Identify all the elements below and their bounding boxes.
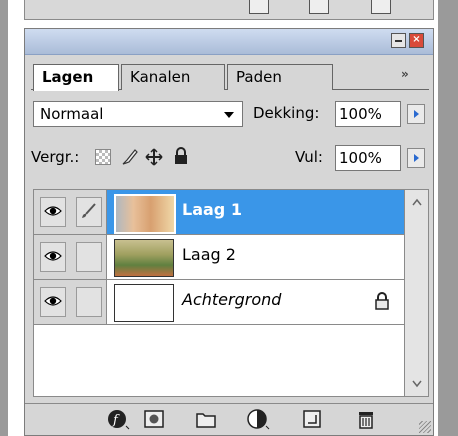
layers-list: Laag 1 Laag 2 Achtergrond	[33, 189, 405, 397]
opacity-input[interactable]: 100%	[335, 101, 401, 127]
layers-scrollbar[interactable]	[405, 189, 429, 397]
adjustment-layer-icon[interactable]	[247, 408, 270, 430]
lock-label: Vergr.:	[31, 148, 80, 166]
desktop-right-edge	[438, 0, 458, 436]
new-layer-icon[interactable]	[301, 408, 323, 430]
eye-icon	[44, 296, 62, 306]
eye-icon	[44, 251, 62, 261]
layer-style-icon[interactable]: f	[107, 408, 130, 430]
visibility-toggle[interactable]	[40, 242, 66, 272]
opacity-label: Dekking:	[253, 104, 320, 122]
opacity-slider-button[interactable]	[407, 104, 425, 124]
palette-icon[interactable]	[249, 0, 269, 14]
tab-paden[interactable]: Paden	[227, 64, 333, 90]
layer-row-laag-1[interactable]: Laag 1	[34, 190, 404, 235]
desktop-left-edge	[0, 0, 8, 436]
trash-icon[interactable]	[371, 0, 391, 14]
link-cell	[70, 280, 107, 324]
brush-icon	[82, 203, 96, 218]
layers-palette: × Lagen Kanalen Paden » Normaal Dekking:…	[24, 28, 434, 436]
layers-bottom-toolbar: f	[25, 403, 433, 435]
trash-icon[interactable]	[355, 408, 377, 430]
eye-icon	[44, 206, 62, 216]
layer-thumbnail	[114, 194, 176, 234]
palette-tabs: Lagen Kanalen Paden »	[25, 55, 433, 91]
layer-row-achtergrond[interactable]: Achtergrond	[34, 280, 404, 325]
resize-grip[interactable]	[419, 421, 431, 433]
visibility-toggle[interactable]	[40, 287, 66, 317]
visibility-cell	[34, 235, 71, 279]
lock-icon	[374, 292, 390, 314]
new-group-icon[interactable]	[195, 408, 217, 430]
link-indicator[interactable]	[76, 287, 102, 317]
minimize-button[interactable]	[391, 33, 406, 48]
tab-lagen[interactable]: Lagen	[33, 64, 119, 91]
blend-mode-value: Normaal	[40, 105, 104, 123]
layer-name: Laag 2	[182, 245, 236, 264]
layer-thumbnail	[114, 239, 174, 277]
fill-slider-button[interactable]	[407, 148, 425, 168]
tab-kanalen[interactable]: Kanalen	[121, 64, 225, 90]
visibility-toggle[interactable]	[40, 197, 66, 227]
edit-indicator[interactable]	[76, 197, 102, 227]
fill-label: Vul:	[295, 148, 323, 166]
scroll-up-icon[interactable]	[412, 198, 422, 206]
visibility-cell	[34, 190, 71, 234]
chevron-down-icon	[224, 112, 234, 118]
palette-title-bar[interactable]: ×	[25, 29, 433, 55]
palette-menu-button[interactable]: »	[401, 67, 409, 81]
close-button[interactable]: ×	[409, 33, 424, 48]
layer-row-laag-2[interactable]: Laag 2	[34, 235, 404, 280]
blend-mode-select[interactable]: Normaal	[33, 101, 243, 127]
link-cell	[70, 190, 107, 234]
lock-position-icon[interactable]	[145, 148, 163, 166]
lock-all-icon[interactable]	[173, 147, 189, 164]
fill-input[interactable]: 100%	[335, 145, 401, 171]
layer-name: Laag 1	[182, 200, 242, 219]
lock-image-icon[interactable]	[121, 148, 138, 165]
layer-thumbnail	[114, 284, 174, 322]
palette-icon[interactable]	[309, 0, 329, 14]
visibility-cell	[34, 280, 71, 324]
link-cell	[70, 235, 107, 279]
previous-palette-fragment	[24, 0, 434, 20]
layer-mask-icon[interactable]	[143, 408, 165, 430]
layer-name: Achtergrond	[182, 290, 282, 309]
scroll-down-icon[interactable]	[412, 380, 422, 388]
link-indicator[interactable]	[76, 242, 102, 272]
lock-transparent-icon[interactable]	[95, 149, 111, 165]
